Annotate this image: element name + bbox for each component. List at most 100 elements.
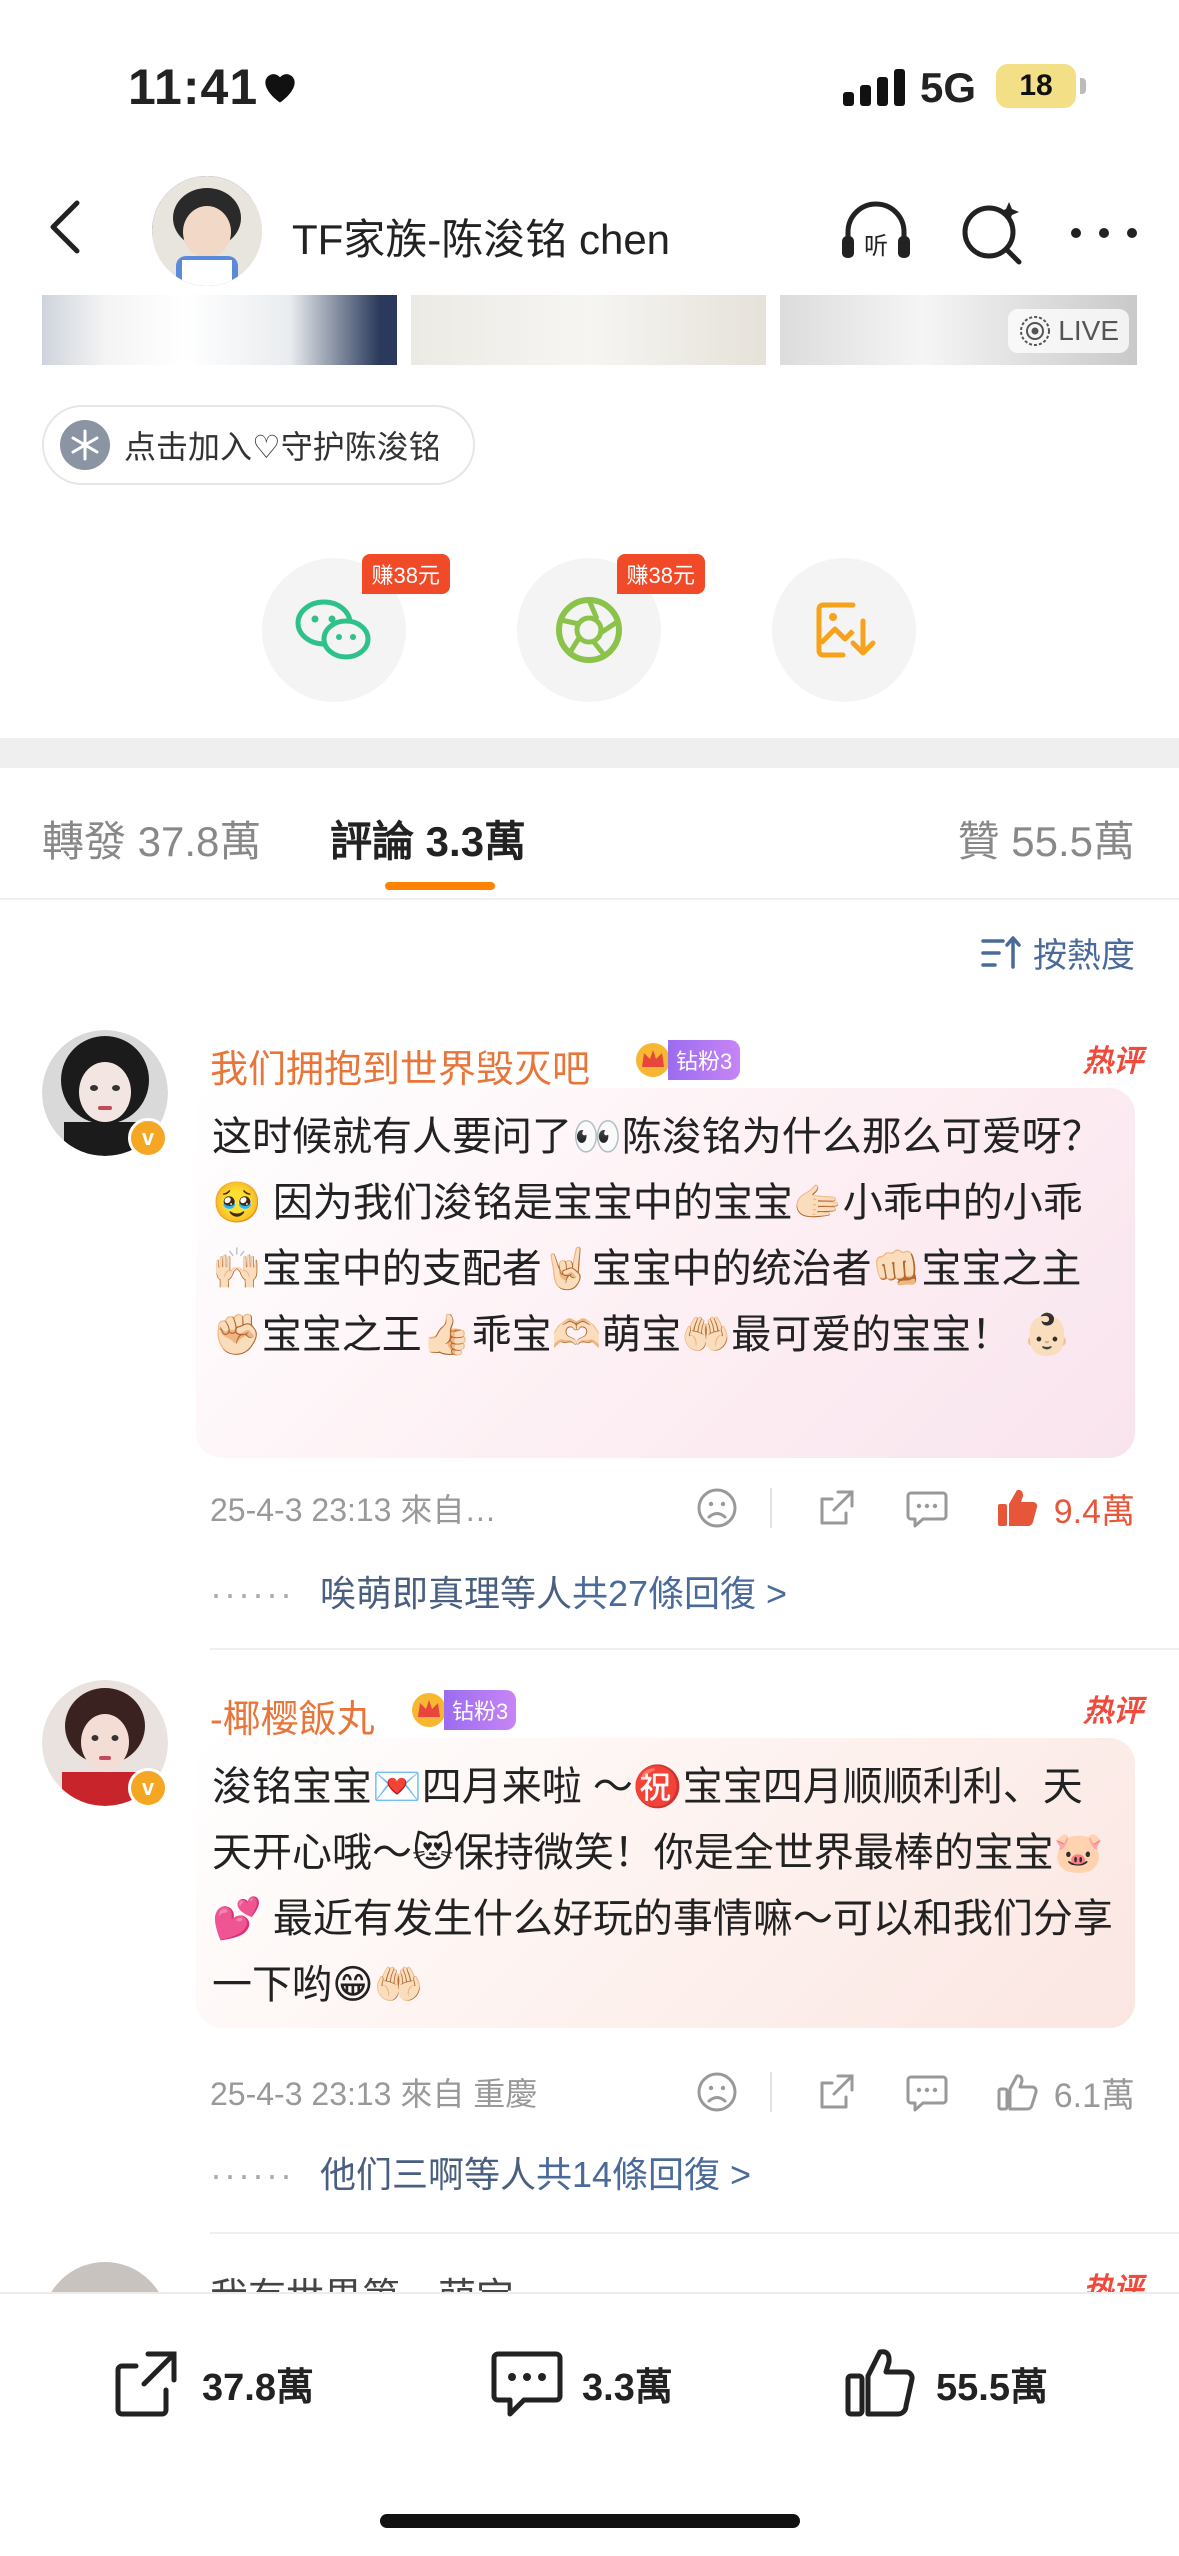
back-button[interactable]	[30, 192, 100, 262]
comment-divider	[210, 2232, 1179, 2234]
hot-comment-badge: 热评	[1083, 1045, 1143, 1078]
svg-text:听: 听	[864, 232, 888, 260]
reply-icon[interactable]	[902, 1483, 952, 1533]
thumbs-up-icon	[845, 2349, 915, 2417]
hot-comment-badge: 热评	[1083, 2273, 1143, 2292]
verified-badge-icon: v	[128, 1118, 168, 1158]
comment-text: 浚铭宝宝💌四月来啦 ～㊗️宝宝四月顺顺利利、天天开心哦～😻保持微笑！你是全世界最…	[196, 1738, 1135, 2028]
moments-aperture-icon	[556, 597, 622, 663]
section-divider	[0, 738, 1179, 768]
wechat-icon	[295, 599, 371, 660]
repost-count: 37.8萬	[202, 2366, 314, 2409]
snowflake-icon	[60, 420, 110, 470]
headphones-listen-icon[interactable]: 听	[836, 192, 916, 272]
tab-comments[interactable]: 評論 3.3萬	[330, 808, 526, 869]
join-label: 点击加入♡守护陈浚铭	[124, 429, 441, 465]
comment-divider	[210, 1648, 1179, 1650]
commenter-avatar[interactable]	[42, 2262, 168, 2292]
post-photo-1[interactable]	[42, 295, 397, 365]
comment-button[interactable]: 3.3萬	[488, 2344, 673, 2422]
home-indicator[interactable]	[380, 2514, 800, 2528]
view-replies-link[interactable]: ······ 唉萌即真理等人共27條回復 >	[210, 1565, 787, 1617]
avatar-image	[152, 176, 262, 286]
header: TF家族-陈浚铭 chen 听	[0, 170, 1179, 295]
tab-bar: 轉發 37.8萬 評論 3.3萬 贊 55.5萬	[0, 768, 1179, 900]
meta-separator	[769, 2072, 772, 2112]
view-replies-link[interactable]: ······ 他们三啊等人共14條回復 >	[210, 2146, 751, 2198]
save-image-button[interactable]	[772, 558, 916, 702]
repost-icon	[115, 2351, 177, 2417]
sort-button[interactable]: 按熱度	[981, 928, 1135, 977]
reply-users: 唉萌即真理等人	[319, 1573, 572, 1614]
comment-meta: 25-4-3 23:13 來自 重慶 6.1萬	[210, 2064, 1135, 2120]
commenter-name[interactable]: -椰樱飯丸	[210, 1688, 375, 1743]
share-moments-button[interactable]: 赚38元	[517, 554, 705, 702]
live-icon	[1020, 316, 1051, 346]
like-button[interactable]: 55.5萬	[842, 2344, 1048, 2422]
page-title: TF家族-陈浚铭 chen	[292, 216, 671, 263]
dislike-icon[interactable]	[692, 1483, 742, 1533]
network-label: 5G	[920, 64, 977, 111]
commenter-name[interactable]: 我有世界第一萌宝	[210, 2266, 514, 2292]
comment-count: 3.3萬	[582, 2366, 673, 2409]
tab-active-indicator	[385, 882, 495, 890]
repost-button[interactable]: 37.8萬	[108, 2344, 314, 2422]
tab-likes[interactable]: 贊 55.5萬	[958, 808, 1135, 869]
like-count: 9.4萬	[1053, 1492, 1135, 1531]
account-avatar[interactable]	[152, 176, 262, 286]
battery-icon: 18	[996, 64, 1076, 108]
chevron-left-icon	[50, 200, 80, 254]
reply-icon[interactable]	[902, 2067, 952, 2117]
comment-time-source: 25-4-3 23:13 來自 重慶	[210, 2076, 538, 2112]
like-count: 6.1萬	[1053, 2076, 1135, 2115]
live-label: LIVE	[1058, 315, 1119, 346]
fan-level-label: 钻粉3	[668, 1040, 741, 1080]
reply-count: 共27條回復 >	[571, 1573, 788, 1614]
battery-tip	[1080, 78, 1086, 94]
fan-level-badge[interactable]: 钻粉3	[634, 1040, 741, 1080]
join-fan-club-button[interactable]: 点击加入♡守护陈浚铭	[42, 405, 475, 485]
post-photos: LIVE	[42, 295, 1137, 365]
meta-separator	[769, 1488, 772, 1528]
reply-dots: ······	[210, 1573, 294, 1614]
dislike-icon[interactable]	[692, 2067, 742, 2117]
sort-label: 按熱度	[1033, 937, 1135, 975]
signal-icon	[843, 68, 905, 106]
live-badge: LIVE	[1008, 309, 1129, 353]
reward-badge: 赚38元	[616, 554, 705, 594]
reply-users: 他们三啊等人	[319, 2154, 536, 2195]
battery-level: 18	[1019, 69, 1053, 102]
reply-count: 共14條回復 >	[535, 2154, 752, 2195]
reply-dots: ······	[210, 2154, 294, 2195]
fan-level-badge[interactable]: 钻粉3	[410, 1690, 517, 1730]
comment-bubble-icon	[491, 2351, 563, 2417]
save-image-icon	[816, 602, 876, 658]
search-icon[interactable]	[953, 192, 1033, 272]
status-bar: 11:41 5G 18	[0, 0, 1179, 170]
reward-badge: 赚38元	[361, 554, 450, 594]
comment-time-source: 25-4-3 23:13 來自…	[210, 1492, 497, 1528]
comment-item-partial: 我有世界第一萌宝 热评	[0, 2262, 1179, 2292]
like-total-count: 55.5萬	[936, 2366, 1048, 2409]
tab-reposts[interactable]: 轉發 37.8萬	[42, 808, 261, 869]
share-wechat-button[interactable]: 赚38元	[262, 554, 450, 702]
hot-comment-badge: 热评	[1083, 1695, 1143, 1728]
post-photo-2[interactable]	[411, 295, 766, 365]
sort-icon	[981, 935, 1021, 969]
comment-text: 这时候就有人要问了👀陈浚铭为什么那么可爱呀？ 🥹 因为我们浚铭是宝宝中的宝宝🫱🏻…	[196, 1088, 1135, 1458]
crown-icon	[636, 1043, 670, 1077]
verified-badge-icon: v	[128, 1768, 168, 1808]
bottom-action-bar: 37.8萬 3.3萬 55.5萬	[0, 2292, 1179, 2556]
more-icon[interactable]	[1064, 218, 1144, 248]
share-icon[interactable]	[812, 1483, 862, 1533]
fan-level-label: 钻粉3	[444, 1690, 517, 1730]
heart-icon	[265, 74, 295, 103]
like-icon[interactable]	[992, 2067, 1042, 2117]
like-filled-icon[interactable]	[992, 1483, 1042, 1533]
post-photo-3[interactable]: LIVE	[780, 295, 1137, 365]
commenter-name[interactable]: 我们拥抱到世界毁灭吧	[210, 1038, 590, 1093]
comment-meta: 25-4-3 23:13 來自… 9.4萬	[210, 1480, 1135, 1536]
crown-icon	[412, 1693, 446, 1727]
status-time: 11:41	[128, 59, 259, 115]
share-icon[interactable]	[812, 2067, 862, 2117]
